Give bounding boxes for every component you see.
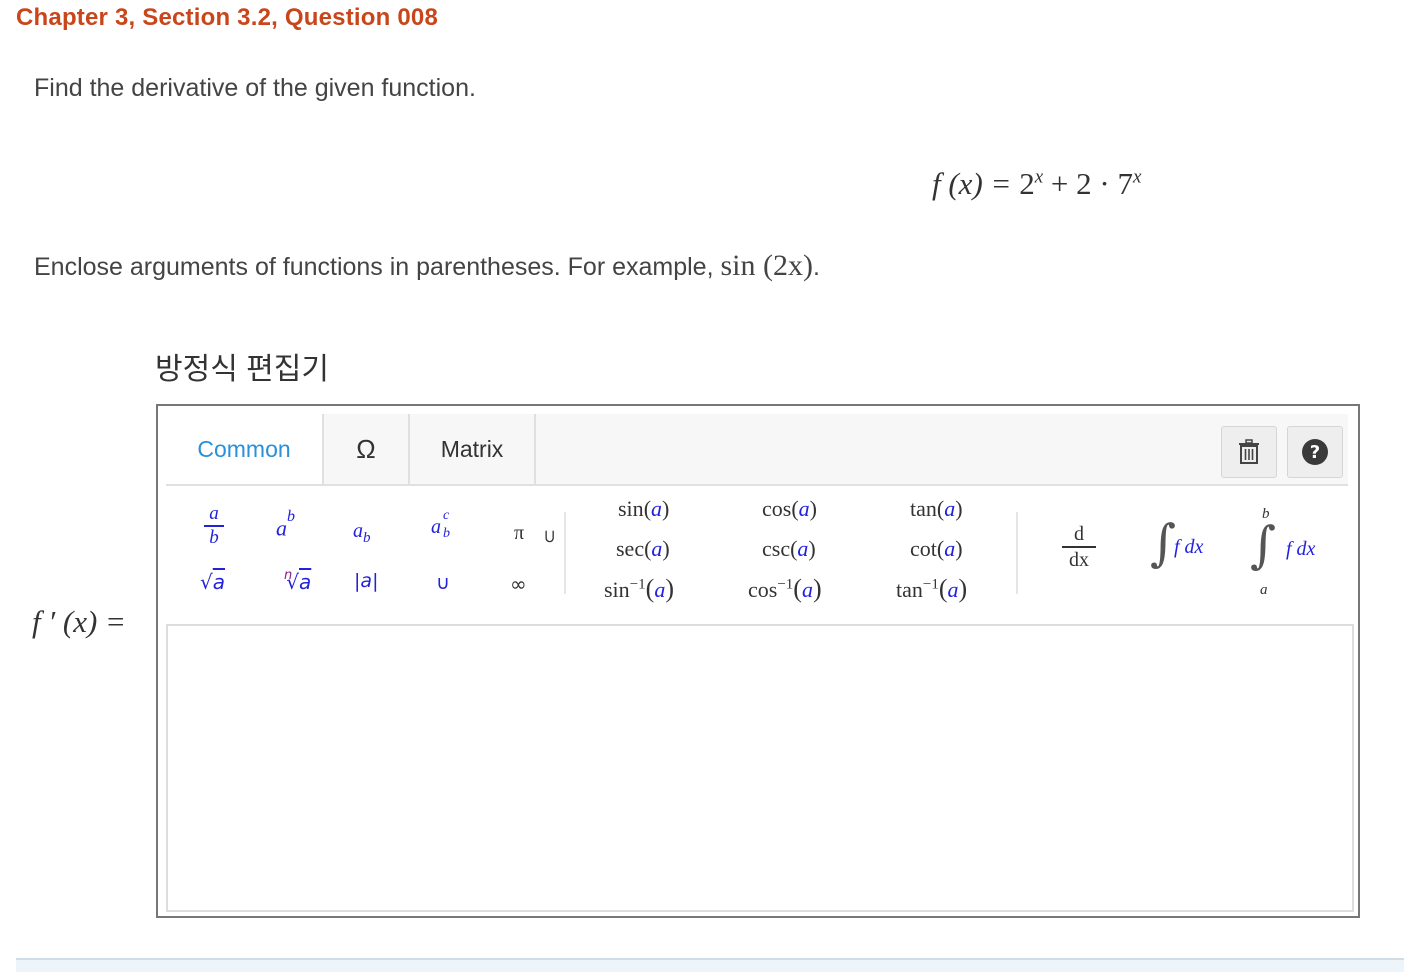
sqrt-button[interactable]: √a	[200, 570, 225, 594]
tan-name: tan	[910, 496, 937, 521]
tab-common[interactable]: Common	[166, 414, 324, 484]
arccos-sup: −1	[777, 576, 794, 593]
definite-integral-body: f dx	[1286, 538, 1316, 560]
arctan-name: tan	[896, 577, 923, 602]
function-formula: f (x) = 2x + 2 · 7x	[932, 166, 1141, 202]
arcsin-name: sin	[604, 577, 630, 602]
definite-integral-sign-icon: ∫	[1250, 516, 1277, 574]
tan-button[interactable]: tan(a)	[910, 496, 963, 522]
subscript-base: a	[353, 520, 363, 542]
abs-right-bar: |	[372, 570, 379, 592]
sqrt-arg: a	[212, 570, 226, 594]
absolute-value-button[interactable]: |a|	[354, 570, 378, 592]
sin-button[interactable]: sin(a)	[618, 496, 669, 522]
integral-sign-icon: ∫	[1150, 514, 1177, 572]
cos-arg: a	[798, 496, 810, 521]
csc-button[interactable]: csc(a)	[762, 536, 816, 562]
tab-omega[interactable]: Ω	[324, 414, 410, 484]
cot-button[interactable]: cot(a)	[910, 536, 963, 562]
superset-button[interactable]: ⊃	[539, 529, 560, 544]
deriv-numerator: d	[1074, 523, 1084, 545]
editor-tab-bar: Common Ω Matrix ?	[166, 414, 1348, 486]
csc-name: csc	[762, 536, 791, 561]
arctan-arg: a	[947, 577, 959, 602]
union-button[interactable]: ∪	[436, 572, 450, 594]
sin-name: sin	[618, 496, 644, 521]
sin-arg: a	[651, 496, 663, 521]
subsup-super: c	[443, 508, 450, 523]
trash-icon	[1239, 439, 1259, 464]
fraction-numerator: a	[209, 503, 219, 524]
sec-arg: a	[651, 536, 663, 561]
equation-editor: Common Ω Matrix ? a b ab ab a c b π √a n…	[156, 404, 1360, 918]
subscript-index: b	[363, 530, 371, 546]
tab-matrix[interactable]: Matrix	[410, 414, 536, 484]
arccos-button[interactable]: cos−1(a)	[748, 574, 822, 604]
infinity-button[interactable]: ∞	[510, 572, 527, 596]
arccos-name: cos	[748, 577, 778, 602]
formula-base2: 7	[1117, 166, 1133, 201]
integral-button[interactable]: ∫ f dx	[1150, 514, 1224, 582]
abs-arg: a	[360, 570, 373, 592]
answer-input[interactable]	[166, 624, 1354, 912]
cot-arg: a	[944, 536, 956, 561]
fraction-denominator: b	[209, 527, 219, 548]
sec-name: sec	[616, 536, 645, 561]
arctan-sup: −1	[922, 576, 939, 593]
cos-name: cos	[762, 496, 792, 521]
instruction-text: Enclose arguments of functions in parent…	[34, 249, 820, 283]
deriv-denominator: dx	[1069, 549, 1089, 571]
equation-editor-title: 방정식 편집기	[155, 353, 329, 386]
arctan-button[interactable]: tan−1(a)	[896, 574, 967, 604]
question-prompt: Find the derivative of the given functio…	[34, 74, 476, 102]
power-exponent: b	[287, 508, 295, 525]
instruction-example: sin (2x)	[720, 249, 813, 282]
tan-arg: a	[944, 496, 956, 521]
integral-body: f dx	[1174, 536, 1204, 558]
cot-name: cot	[910, 536, 937, 561]
formula-base1: 2	[1019, 166, 1035, 201]
svg-text:?: ?	[1310, 442, 1320, 463]
answer-label-text: f ′ (x) =	[32, 604, 126, 639]
subscript-button[interactable]: ab	[353, 520, 371, 547]
palette-divider	[564, 512, 566, 594]
arccos-arg: a	[801, 577, 813, 602]
power-button[interactable]: ab	[276, 508, 295, 541]
arcsin-button[interactable]: sin−1(a)	[604, 574, 674, 604]
nth-root-button[interactable]: n√a	[278, 568, 312, 594]
instruction-label: Enclose arguments of functions in parent…	[34, 253, 721, 281]
sub-superscript-button[interactable]: a c b	[431, 508, 461, 544]
formula-exp2: x	[1132, 166, 1142, 188]
csc-arg: a	[797, 536, 809, 561]
help-icon: ?	[1302, 439, 1328, 465]
instruction-period: .	[812, 253, 820, 281]
power-base: a	[276, 515, 287, 541]
subsup-base: a	[431, 516, 441, 538]
formula-plus: + 2 ·	[1043, 166, 1118, 201]
pi-button[interactable]: π	[514, 522, 524, 545]
sec-button[interactable]: sec(a)	[616, 536, 670, 562]
palette-divider	[1016, 512, 1018, 594]
nth-root-arg: a	[299, 570, 312, 594]
fraction-button[interactable]: a b	[204, 504, 224, 548]
arcsin-sup: −1	[629, 576, 646, 593]
bottom-bar	[16, 958, 1404, 972]
clear-button[interactable]	[1221, 426, 1277, 478]
formula-exp1: x	[1034, 166, 1044, 188]
answer-label: f ′ (x) =	[32, 604, 126, 640]
formula-lhs: f (x) =	[932, 166, 1020, 201]
subsup-sub: b	[443, 526, 450, 541]
definite-integral-button[interactable]: b ∫ f dx a	[1250, 506, 1340, 598]
root-index: n	[284, 568, 293, 583]
derivative-button[interactable]: d dx	[1062, 524, 1096, 570]
help-button[interactable]: ?	[1287, 426, 1343, 478]
symbol-palette: a b ab ab a c b π √a n√a |a| ∪ ∞ ⊃ sin(a…	[166, 486, 1348, 616]
chapter-title: Chapter 3, Section 3.2, Question 008	[16, 4, 438, 31]
integral-lower-limit: a	[1260, 582, 1268, 598]
arcsin-arg: a	[654, 577, 666, 602]
cos-button[interactable]: cos(a)	[762, 496, 817, 522]
